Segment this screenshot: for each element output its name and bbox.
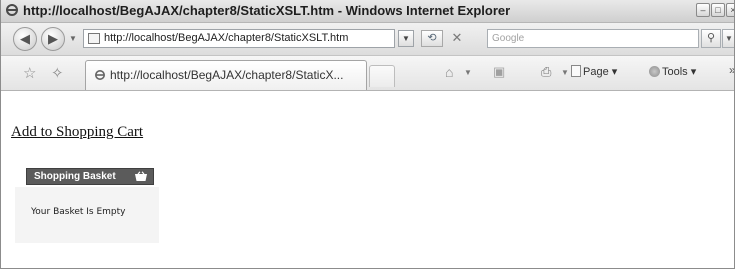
tab-title: http://localhost/BegAJAX/chapter8/Static… bbox=[110, 68, 344, 82]
add-to-cart-link[interactable]: Add to Shopping Cart bbox=[11, 124, 143, 141]
search-input[interactable]: Google bbox=[487, 29, 699, 48]
maximize-button[interactable]: □ bbox=[711, 3, 725, 17]
page-icon bbox=[88, 33, 100, 44]
title-bar: http://localhost/BegAJAX/chapter8/Static… bbox=[1, 0, 734, 23]
basket-empty-message: Your Basket Is Empty bbox=[31, 207, 126, 217]
url-text: http://localhost/BegAJAX/chapter8/Static… bbox=[104, 32, 349, 44]
add-favorites-icon[interactable]: ✧ bbox=[51, 64, 64, 82]
tab-current[interactable]: http://localhost/BegAJAX/chapter8/Static… bbox=[85, 60, 367, 90]
minimize-button[interactable]: – bbox=[696, 3, 710, 17]
basket-panel: Your Basket Is Empty bbox=[15, 187, 159, 243]
command-bar: ☆ ✧ http://localhost/BegAJAX/chapter8/St… bbox=[1, 56, 734, 91]
favorites-star-icon[interactable]: ☆ bbox=[23, 64, 36, 82]
window-title: http://localhost/BegAJAX/chapter8/Static… bbox=[23, 3, 511, 18]
tools-menu-button[interactable]: Tools ▾ bbox=[662, 65, 696, 78]
search-placeholder: Google bbox=[492, 33, 525, 44]
new-tab-button[interactable] bbox=[369, 65, 395, 87]
browser-window: http://localhost/BegAJAX/chapter8/Static… bbox=[0, 0, 735, 269]
refresh-button[interactable]: ⟲ bbox=[421, 30, 443, 47]
home-chevron-icon[interactable]: ▼ bbox=[464, 68, 472, 77]
feeds-icon[interactable]: ▣ bbox=[493, 64, 505, 80]
tools-gear-icon bbox=[649, 66, 660, 77]
back-button[interactable]: ◀ bbox=[13, 27, 37, 51]
print-icon[interactable]: ⎙ bbox=[541, 64, 551, 80]
tools-menu-label: Tools bbox=[662, 66, 688, 78]
basket-icon bbox=[135, 171, 147, 181]
ie-page-icon bbox=[95, 70, 105, 80]
search-button[interactable]: ⚲ bbox=[701, 29, 721, 48]
close-button[interactable]: × bbox=[726, 3, 734, 17]
forward-button[interactable]: ▶ bbox=[41, 27, 65, 51]
recent-pages-chevron-icon[interactable]: ▼ bbox=[69, 34, 77, 43]
basket-header: Shopping Basket bbox=[26, 168, 154, 185]
print-chevron-icon[interactable]: ▼ bbox=[561, 68, 569, 77]
stop-button[interactable]: ✕ bbox=[447, 30, 467, 47]
url-input[interactable]: http://localhost/BegAJAX/chapter8/Static… bbox=[83, 29, 395, 48]
page-content: Add to Shopping Cart Shopping Basket You… bbox=[1, 91, 734, 268]
home-icon[interactable]: ⌂ bbox=[445, 64, 453, 80]
page-menu-label: Page bbox=[583, 66, 609, 78]
basket-header-label: Shopping Basket bbox=[34, 171, 116, 182]
url-dropdown-button[interactable]: ▼ bbox=[398, 30, 414, 47]
address-bar: ◀ ▶ ▼ http://localhost/BegAJAX/chapter8/… bbox=[1, 23, 734, 56]
search-options-chevron-icon[interactable]: ▼ bbox=[722, 29, 734, 48]
ie-logo-icon bbox=[6, 4, 18, 16]
page-menu-button[interactable]: Page ▾ bbox=[583, 65, 617, 78]
page-menu-icon bbox=[571, 65, 581, 77]
more-commands-icon[interactable]: » bbox=[729, 63, 734, 77]
